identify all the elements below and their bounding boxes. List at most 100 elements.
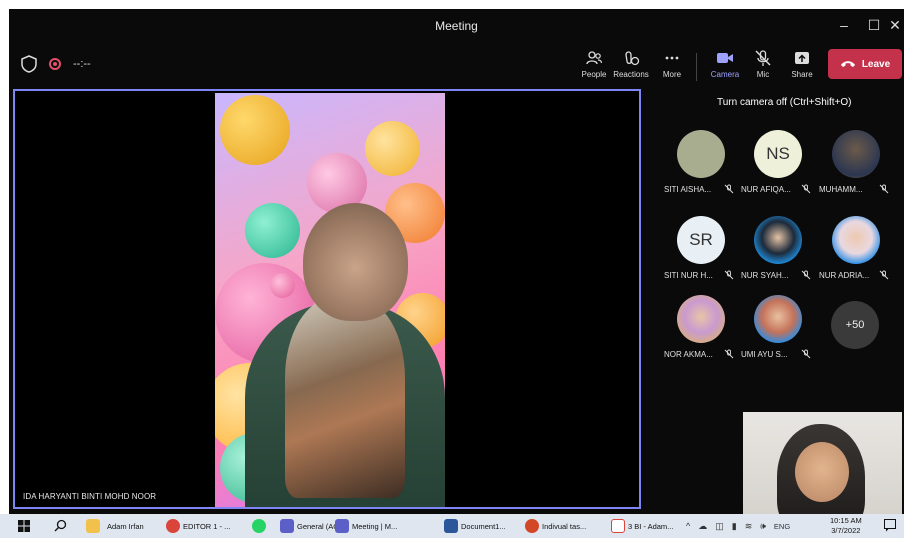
participant-tile[interactable]: NUR SYAH... [741, 216, 813, 286]
participant-tile[interactable]: SITI AISHA... [664, 130, 736, 200]
windows-start-icon[interactable] [18, 520, 30, 532]
windows-taskbar: Adam Irfan EDITOR 1 - ... General (AC...… [0, 514, 904, 538]
self-view-video[interactable] [743, 412, 902, 515]
shield-icon[interactable] [21, 55, 37, 73]
camera-label: Camera [710, 70, 740, 79]
taskbar-item[interactable] [252, 517, 266, 535]
mic-button[interactable]: Mic [743, 47, 783, 87]
chrome-icon [166, 519, 180, 533]
powerpoint-icon [525, 519, 539, 533]
camera-icon [717, 53, 733, 63]
notification-icon[interactable] [884, 519, 896, 532]
avatar [754, 216, 802, 264]
share-label: Share [791, 70, 813, 79]
mic-muted-icon [801, 349, 811, 359]
participant-name: NUR SYAH... [741, 271, 789, 280]
participant-name: NUR ADRIA... [819, 271, 870, 280]
taskbar-item[interactable]: Adam Irfan [86, 517, 144, 535]
word-icon [444, 519, 458, 533]
battery-icon[interactable]: ▮ [732, 521, 737, 532]
speaker-face [303, 203, 408, 321]
mic-label: Mic [756, 70, 770, 79]
people-label: People [581, 70, 607, 79]
reactions-icon [625, 51, 640, 66]
participant-tile[interactable]: UMI AYU S... [741, 295, 813, 365]
network-icon[interactable]: ◫ [715, 521, 724, 532]
taskbar-item[interactable]: Indivual tas... [525, 517, 586, 535]
maximize-button[interactable]: ☐ [861, 15, 887, 35]
avatar [754, 295, 802, 343]
recording-icon [49, 58, 61, 70]
participant-name: SITI NUR H... [664, 271, 713, 280]
close-button[interactable]: ✕ [887, 15, 903, 35]
participant-tile[interactable]: NUR ADRIA... [819, 216, 891, 286]
pdf-icon [611, 519, 625, 533]
mic-muted-icon [879, 270, 889, 280]
wifi-icon[interactable]: ≋ [745, 521, 753, 532]
participant-name: SITI AISHA... [664, 185, 712, 194]
taskbar-item[interactable]: Document1... [444, 517, 506, 535]
taskbar-item[interactable]: 3 BI - Adam... [611, 517, 673, 535]
speaker-scarf [285, 298, 405, 498]
participant-tile[interactable]: SR SITI NUR H... [664, 216, 736, 286]
mic-muted-icon [724, 184, 734, 194]
avatar: SR [677, 216, 725, 264]
speaker-video [215, 93, 445, 507]
leave-label: Leave [861, 58, 891, 70]
mic-muted-icon [801, 270, 811, 280]
mic-muted-icon [879, 184, 889, 194]
chevron-up-icon[interactable]: ^ [686, 521, 690, 531]
minimize-button[interactable]: – [831, 15, 857, 35]
share-icon [795, 52, 809, 64]
search-icon[interactable] [54, 519, 67, 532]
avatar: NS [754, 130, 802, 178]
taskbar-clock[interactable]: 10:15 AM 3/7/2022 [830, 516, 862, 536]
taskbar-item[interactable]: Meeting | M... [335, 517, 397, 535]
participant-name: UMI AYU S... [741, 350, 788, 359]
more-participants-badge[interactable]: +50 [831, 301, 879, 349]
people-button[interactable]: People [574, 47, 614, 87]
avatar [677, 130, 725, 178]
participant-tile[interactable]: MUHAMM... [819, 130, 891, 200]
people-icon [586, 51, 603, 65]
hang-up-icon [840, 61, 855, 67]
mic-muted-icon [801, 184, 811, 194]
mic-muted-icon [724, 349, 734, 359]
onedrive-icon[interactable]: ☁ [698, 521, 707, 532]
meeting-timer: --:-- [73, 58, 91, 70]
leave-button[interactable]: Leave [828, 49, 902, 79]
window-title: Meeting [435, 19, 478, 33]
avatar [832, 130, 880, 178]
more-label: More [662, 70, 682, 79]
reactions-button[interactable]: Reactions [611, 47, 651, 87]
title-bar: Meeting – ☐ ✕ [9, 9, 904, 43]
taskbar-item[interactable]: EDITOR 1 - ... [166, 517, 230, 535]
participant-tile[interactable]: NOR AKMA... [664, 295, 736, 365]
language-indicator[interactable]: ENG [774, 522, 790, 531]
avatar [832, 216, 880, 264]
reactions-label: Reactions [613, 70, 649, 79]
avatar [677, 295, 725, 343]
participant-name: NOR AKMA... [664, 350, 713, 359]
clock-time: 10:15 AM [830, 516, 862, 525]
system-tray[interactable]: ^ ☁ ◫ ▮ ≋ 🕪 ENG [686, 517, 790, 535]
main-video-stage[interactable]: IDA HARYANTI BINTI MOHD NOOR [13, 89, 641, 509]
mic-muted-icon [755, 50, 771, 66]
participant-tile[interactable]: NS NUR AFIQA... [741, 130, 813, 200]
camera-tooltip: Turn camera off (Ctrl+Shift+O) [717, 97, 852, 108]
participant-name: MUHAMM... [819, 185, 863, 194]
teams-icon [280, 519, 294, 533]
volume-icon[interactable]: 🕪 [760, 521, 766, 532]
speaker-name-label: IDA HARYANTI BINTI MOHD NOOR [23, 492, 157, 501]
share-button[interactable]: Share [782, 47, 822, 87]
clock-date: 3/7/2022 [831, 526, 861, 535]
mic-muted-icon [724, 270, 734, 280]
folder-icon [86, 519, 100, 533]
teams-meeting-window: Meeting – ☐ ✕ --:-- People Reactions Mor… [9, 9, 904, 515]
teams-icon [335, 519, 349, 533]
more-icon [665, 56, 679, 60]
camera-button[interactable]: Camera [705, 47, 745, 87]
self-face [795, 442, 849, 502]
whatsapp-icon [252, 519, 266, 533]
more-button[interactable]: More [652, 47, 692, 87]
